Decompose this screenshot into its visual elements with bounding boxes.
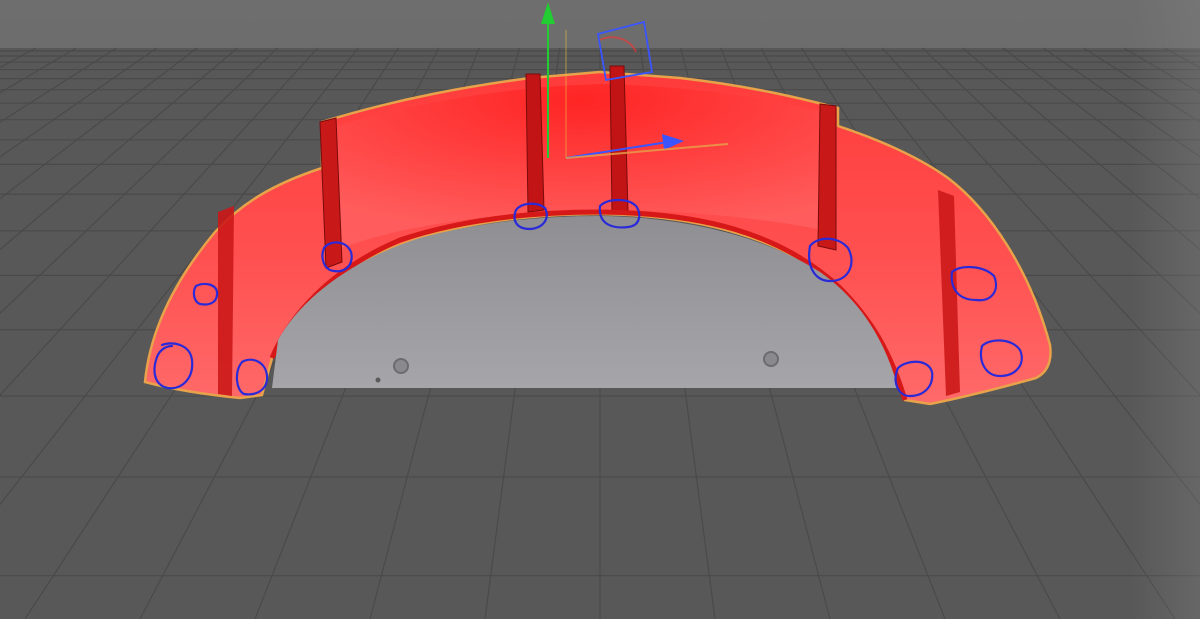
viewport-scene[interactable] [0,0,1200,619]
mount-bolt-right [763,351,779,367]
diffuser-strake-right [817,103,837,251]
diffuser-fin-left [218,206,234,396]
3d-viewport[interactable] [0,0,1200,619]
mount-hole [375,377,381,383]
mount-bolt-left [393,358,409,374]
